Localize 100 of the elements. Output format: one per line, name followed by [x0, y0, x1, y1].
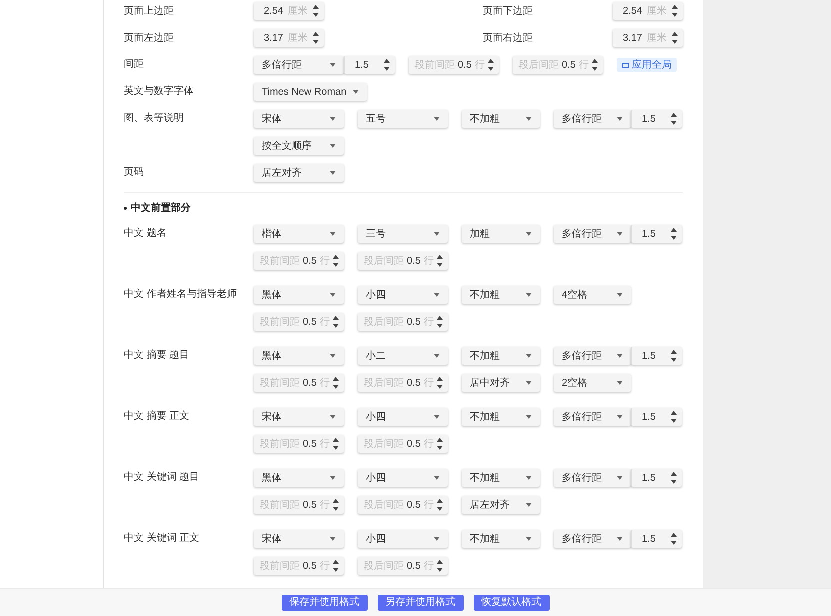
footer-button[interactable]: 另存并使用格式 [378, 594, 464, 610]
field-label: 页面右边距 [483, 32, 534, 46]
dropdown[interactable]: 三号 [358, 225, 448, 243]
stepper-arrows-icon[interactable] [671, 411, 677, 423]
number-field[interactable]: 段后间距 0.5 行 [358, 496, 448, 514]
dropdown[interactable]: 多倍行距 [554, 110, 631, 128]
stepper-arrows-icon[interactable] [671, 228, 677, 240]
stepper-arrows-icon[interactable] [333, 438, 339, 450]
stepper-arrows-icon[interactable] [488, 59, 494, 71]
dropdown[interactable]: 宋体 [254, 530, 344, 548]
dropdown[interactable]: 加粗 [462, 225, 540, 243]
stepper-arrows-icon[interactable] [313, 32, 319, 44]
number-field[interactable]: 3.17 厘米 [613, 29, 683, 47]
dropdown[interactable]: 楷体 [254, 225, 344, 243]
stepper-arrows-icon[interactable] [333, 560, 339, 572]
number-field[interactable]: 2.54 厘米 [613, 2, 683, 20]
stepper-arrows-icon[interactable] [313, 5, 319, 17]
number-field[interactable]: 段前间距 0.5 行 [254, 435, 344, 453]
stepper-arrows-icon[interactable] [592, 59, 598, 71]
number-field[interactable]: 3.17 厘米 [254, 29, 324, 47]
number-field[interactable]: 段后间距 0.5 行 [358, 435, 448, 453]
stepper-arrows-icon[interactable] [671, 533, 677, 545]
stepper-arrows-icon[interactable] [437, 377, 443, 389]
number-field[interactable]: 段前间距 0.5 行 [254, 496, 344, 514]
dropdown[interactable]: 不加粗 [462, 110, 540, 128]
caret-icon [330, 476, 336, 480]
stepper-arrows-icon[interactable] [437, 438, 443, 450]
dropdown[interactable]: 不加粗 [462, 286, 540, 304]
footer-button[interactable]: 恢复默认格式 [474, 594, 550, 610]
number-field[interactable]: 段后间距 0.5 行 [358, 557, 448, 575]
dropdown[interactable]: 居左对齐 [462, 496, 540, 514]
dropdown[interactable]: 不加粗 [462, 530, 540, 548]
number-field[interactable]: 段后间距 0.5 行 [358, 313, 448, 331]
field-label: 页面下边距 [483, 4, 534, 18]
field-label: 中文 关键词 正文 [124, 532, 201, 546]
dropdown[interactable]: Times New Roman [254, 83, 367, 101]
dropdown[interactable]: 多倍行距 [554, 347, 631, 365]
caret-icon [434, 415, 440, 419]
dropdown[interactable]: 2空格 [554, 374, 631, 392]
stepper-arrows-icon[interactable] [333, 499, 339, 511]
dropdown[interactable]: 小四 [358, 286, 448, 304]
dropdown[interactable]: 黑体 [254, 286, 344, 304]
stepper-arrows-icon[interactable] [437, 255, 443, 267]
dropdown[interactable]: 按全文顺序 [254, 137, 344, 155]
dropdown[interactable]: 小四 [358, 469, 448, 487]
number-field[interactable]: 1.5 [631, 225, 682, 243]
stepper-arrows-icon[interactable] [437, 316, 443, 328]
dropdown[interactable]: 黑体 [254, 469, 344, 487]
dropdown[interactable]: 多倍行距 [554, 225, 631, 243]
dropdown[interactable]: 居左对齐 [254, 164, 344, 182]
dropdown[interactable]: 小四 [358, 530, 448, 548]
caret-icon [434, 117, 440, 121]
dropdown[interactable]: 宋体 [254, 408, 344, 426]
number-field[interactable]: 段前间距 0.5 行 [254, 313, 344, 331]
dropdown[interactable]: 小二 [358, 347, 448, 365]
dropdown[interactable]: 多倍行距 [254, 56, 344, 74]
dropdown[interactable]: 不加粗 [462, 469, 540, 487]
number-field[interactable]: 段前间距 0.5 行 [254, 374, 344, 392]
field-label: 中文 摘要 题目 [124, 348, 191, 363]
dropdown[interactable]: 4空格 [554, 286, 631, 304]
number-field[interactable]: 段前间距 0.5 行 [254, 252, 344, 270]
number-field[interactable]: 2.54 厘米 [254, 2, 324, 20]
dropdown[interactable]: 不加粗 [462, 347, 540, 365]
stepper-arrows-icon[interactable] [671, 472, 677, 484]
number-field[interactable]: 段后间距 0.5 行 [358, 252, 448, 270]
stepper-arrows-icon[interactable] [672, 5, 678, 17]
dropdown[interactable]: 宋体 [254, 110, 344, 128]
stepper-arrows-icon[interactable] [333, 255, 339, 267]
dropdown[interactable]: 多倍行距 [554, 469, 631, 487]
caret-icon [617, 232, 623, 236]
stepper-arrows-icon[interactable] [437, 560, 443, 572]
number-field[interactable]: 段前间距 0.5 行 [254, 557, 344, 575]
stepper-arrows-icon[interactable] [333, 316, 339, 328]
number-field[interactable]: 1.5 [631, 530, 682, 548]
stepper-arrows-icon[interactable] [437, 499, 443, 511]
stepper-arrows-icon[interactable] [671, 113, 677, 125]
dropdown[interactable]: 不加粗 [462, 408, 540, 426]
footer-button[interactable]: 保存并使用格式 [282, 594, 368, 610]
dropdown[interactable]: 多倍行距 [554, 408, 631, 426]
dropdown[interactable]: 居中对齐 [462, 374, 540, 392]
number-field[interactable]: 1.5 [631, 110, 682, 128]
caret-icon [434, 232, 440, 236]
dropdown[interactable]: 黑体 [254, 347, 344, 365]
number-field[interactable]: 段前间距 0.5 行 [409, 56, 499, 74]
number-field[interactable]: 1.5 [631, 408, 682, 426]
dropdown[interactable]: 多倍行距 [554, 530, 631, 548]
field-label: 页码 [124, 166, 145, 180]
dropdown[interactable]: 小四 [358, 408, 448, 426]
number-field[interactable]: 1.5 [631, 347, 682, 365]
number-field[interactable]: 1.5 [631, 469, 682, 487]
number-field[interactable]: 1.5 [344, 56, 395, 74]
apply-all-button[interactable]: 应用全局 [617, 58, 677, 72]
stepper-arrows-icon[interactable] [384, 59, 390, 71]
stepper-arrows-icon[interactable] [333, 377, 339, 389]
stepper-arrows-icon[interactable] [671, 350, 677, 362]
dropdown[interactable]: 五号 [358, 110, 448, 128]
caret-icon [526, 117, 532, 121]
stepper-arrows-icon[interactable] [672, 32, 678, 44]
number-field[interactable]: 段后间距 0.5 行 [513, 56, 603, 74]
number-field[interactable]: 段后间距 0.5 行 [358, 374, 448, 392]
